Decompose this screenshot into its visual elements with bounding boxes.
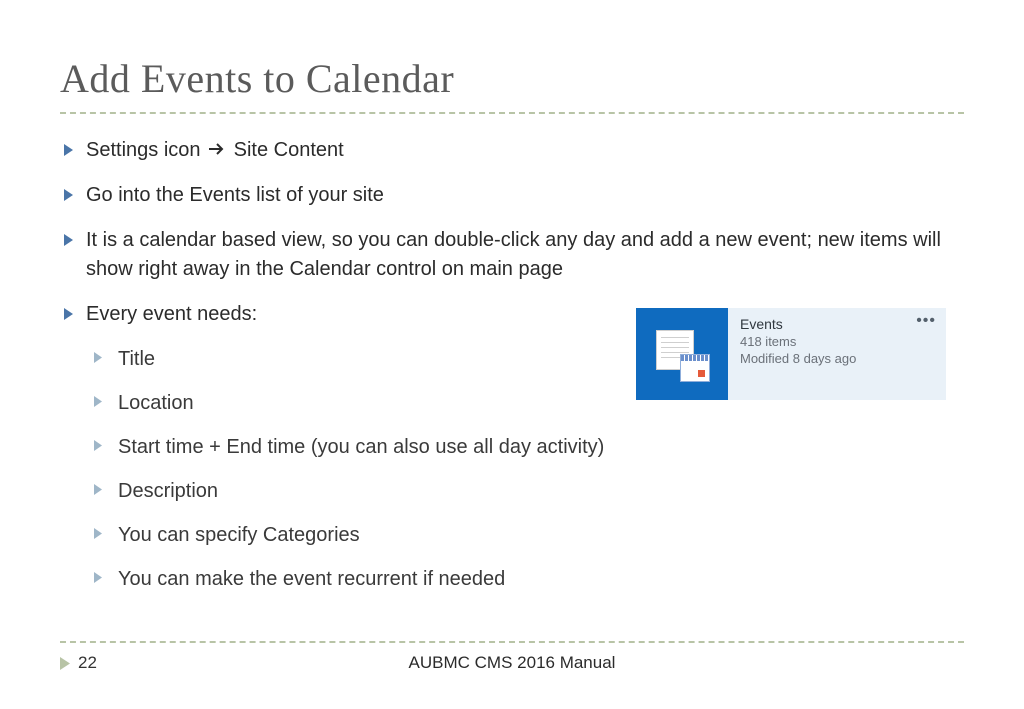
slide-title: Add Events to Calendar	[60, 55, 964, 102]
bullet-text: Go into the Events list of your site	[86, 181, 964, 210]
bullet-text: Settings icon Site Content	[86, 136, 964, 165]
bullet-item: Go into the Events list of your site	[60, 181, 964, 210]
sub-bullet-text: Description	[118, 477, 218, 505]
tile-item-count: 418 items	[740, 334, 936, 349]
ellipsis-icon[interactable]: •••	[916, 312, 936, 330]
chevron-right-icon	[60, 308, 76, 320]
title-divider	[60, 112, 964, 114]
sub-bullet-item: You can specify Categories	[94, 521, 964, 549]
sub-bullet-text: You can specify Categories	[118, 521, 360, 549]
chevron-right-icon	[94, 396, 108, 407]
chevron-right-icon	[94, 440, 108, 451]
chevron-right-icon	[60, 234, 76, 246]
calendar-tile-icon	[636, 308, 728, 400]
tile-modified: Modified 8 days ago	[740, 351, 936, 366]
bullet-item: It is a calendar based view, so you can …	[60, 226, 964, 284]
bullet-text: It is a calendar based view, so you can …	[86, 226, 964, 284]
chevron-right-icon	[94, 352, 108, 363]
page-number: 22	[78, 653, 97, 673]
sub-bullet-item: Description	[94, 477, 964, 505]
sub-bullet-text: You can make the event recurrent if need…	[118, 565, 505, 593]
tile-body: Events 418 items Modified 8 days ago •••	[728, 308, 946, 400]
bullet-item: Settings icon Site Content	[60, 136, 964, 165]
main-bullet-list: Settings icon Site Content Go into the E…	[60, 136, 964, 329]
chevron-right-icon	[60, 144, 76, 156]
chevron-right-icon	[94, 572, 108, 583]
sub-bullet-text: Location	[118, 389, 194, 417]
slide-footer: 22 AUBMC CMS 2016 Manual	[0, 641, 1024, 673]
chevron-right-icon	[94, 528, 108, 539]
chevron-right-icon	[94, 484, 108, 495]
sub-bullet-item: You can make the event recurrent if need…	[94, 565, 964, 593]
footer-title: AUBMC CMS 2016 Manual	[409, 653, 616, 673]
footer-divider	[60, 641, 964, 643]
tile-title: Events	[740, 316, 936, 332]
chevron-right-icon	[60, 189, 76, 201]
sub-bullet-text: Start time + End time (you can also use …	[118, 433, 604, 461]
sub-bullet-text: Title	[118, 345, 155, 373]
arrow-right-icon	[208, 136, 226, 165]
bullet-text-post: Site Content	[234, 139, 344, 161]
chevron-right-icon	[60, 657, 70, 670]
events-tile[interactable]: Events 418 items Modified 8 days ago •••	[636, 308, 946, 400]
sub-bullet-item: Start time + End time (you can also use …	[94, 433, 964, 461]
bullet-text-pre: Settings icon	[86, 139, 206, 161]
